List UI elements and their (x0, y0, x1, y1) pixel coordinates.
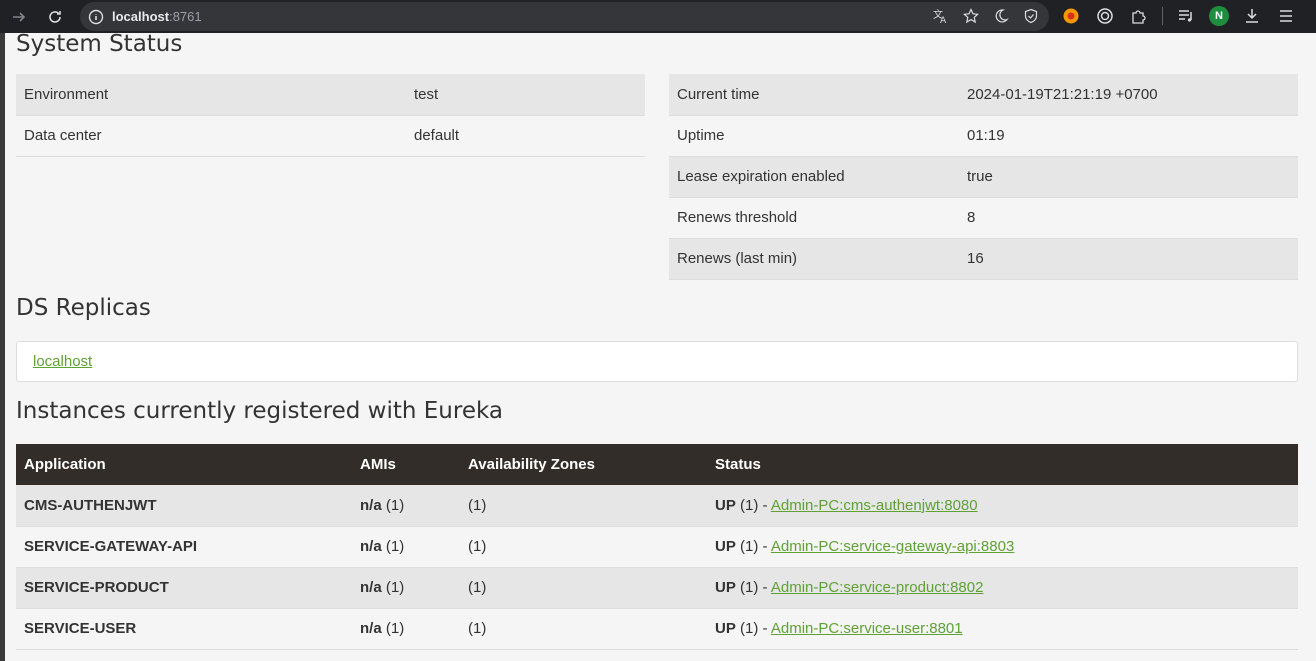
eureka-dashboard: System Status Environment test Data cent… (5, 33, 1316, 661)
instance-link[interactable]: Admin-PC:cms-authenjwt:8080 (771, 497, 978, 514)
ami-cell: n/a (1) (352, 567, 460, 609)
status-key: Uptime (669, 115, 959, 157)
status-key: Data center (16, 115, 406, 157)
status-key: Lease expiration enabled (669, 156, 959, 198)
table-row: SERVICE-PRODUCT n/a (1) (1) UP (1) - Adm… (16, 567, 1298, 609)
replica-link[interactable]: localhost (33, 353, 92, 370)
status-value: 01:19 (959, 115, 1298, 157)
zones-cell: (1) (460, 526, 707, 568)
instance-link[interactable]: Admin-PC:service-product:8802 (771, 579, 984, 596)
column-header-zones: Availability Zones (460, 444, 707, 485)
dark-mode-icon[interactable] (991, 6, 1011, 26)
shield-icon[interactable] (1021, 6, 1041, 26)
ds-replicas-list: localhost (16, 341, 1298, 382)
status-row: Environment test (16, 74, 645, 116)
instance-link[interactable]: Admin-PC:service-gateway-api:8803 (771, 538, 1014, 555)
extensions-puzzle-icon[interactable] (1128, 5, 1150, 27)
status-value: test (406, 74, 645, 116)
ami-cell: n/a (1) (352, 485, 460, 527)
status-cell: UP (1) - Admin-PC:service-gateway-api:88… (707, 526, 1298, 568)
application-name: SERVICE-USER (16, 608, 352, 650)
status-row: Renews (last min) 16 (669, 238, 1298, 280)
profile-avatar[interactable]: N (1209, 6, 1229, 26)
status-key: Renews threshold (669, 197, 959, 239)
status-value: true (959, 156, 1298, 198)
status-value: 8 (959, 197, 1298, 239)
status-key: Environment (16, 74, 406, 116)
status-row: Lease expiration enabled true (669, 156, 1298, 198)
status-row: Current time 2024-01-19T21:21:19 +0700 (669, 74, 1298, 116)
extension-orange-icon[interactable] (1060, 5, 1082, 27)
ami-cell: n/a (1) (352, 608, 460, 650)
application-name: SERVICE-GATEWAY-API (16, 526, 352, 568)
status-key: Current time (669, 74, 959, 116)
status-value: default (406, 115, 645, 157)
status-row: Renews threshold 8 (669, 197, 1298, 239)
ami-cell: n/a (1) (352, 526, 460, 568)
column-header-application: Application (16, 444, 352, 485)
application-name: CMS-AUTHENJWT (16, 485, 352, 527)
zones-cell: (1) (460, 485, 707, 527)
zones-cell: (1) (460, 608, 707, 650)
downloads-icon[interactable] (1241, 5, 1263, 27)
browser-toolbar: localhost:8761 文A N (0, 0, 1316, 33)
status-cell: UP (1) - Admin-PC:service-user:8801 (707, 608, 1298, 650)
status-value: 16 (959, 238, 1298, 280)
system-status-title: System Status (16, 33, 183, 57)
ds-replicas-title: DS Replicas (16, 295, 151, 321)
menu-icon[interactable] (1275, 5, 1297, 27)
status-cell: UP (1) - Admin-PC:service-product:8802 (707, 567, 1298, 609)
status-row: Uptime 01:19 (669, 115, 1298, 157)
bookmark-star-icon[interactable] (961, 6, 981, 26)
translate-icon[interactable]: 文A (931, 6, 951, 26)
toolbar-separator (1162, 7, 1163, 25)
address-bar[interactable]: localhost:8761 文A (80, 2, 1049, 31)
system-status-left-table: Environment test Data center default (16, 74, 645, 157)
url-text: localhost:8761 (112, 9, 202, 24)
status-row: Data center default (16, 115, 645, 157)
status-value: 2024-01-19T21:21:19 +0700 (959, 74, 1298, 116)
reload-icon[interactable] (42, 4, 68, 30)
application-name: SERVICE-PRODUCT (16, 567, 352, 609)
instances-table: Application AMIs Availability Zones Stat… (16, 444, 1298, 650)
extension-target-icon[interactable] (1094, 5, 1116, 27)
column-header-status: Status (707, 444, 1298, 485)
status-cell: UP (1) - Admin-PC:cms-authenjwt:8080 (707, 485, 1298, 527)
table-row: CMS-AUTHENJWT n/a (1) (1) UP (1) - Admin… (16, 485, 1298, 527)
table-header-row: Application AMIs Availability Zones Stat… (16, 444, 1298, 485)
instances-title: Instances currently registered with Eure… (16, 398, 503, 424)
zones-cell: (1) (460, 567, 707, 609)
column-header-amis: AMIs (352, 444, 460, 485)
status-key: Renews (last min) (669, 238, 959, 280)
svg-text:A: A (940, 16, 947, 25)
instance-link[interactable]: Admin-PC:service-user:8801 (771, 620, 963, 637)
site-info-icon[interactable] (88, 9, 104, 25)
system-status-right-table: Current time 2024-01-19T21:21:19 +0700 U… (669, 74, 1298, 280)
media-queue-icon[interactable] (1175, 5, 1197, 27)
forward-icon[interactable] (6, 4, 32, 30)
table-row: SERVICE-USER n/a (1) (1) UP (1) - Admin-… (16, 608, 1298, 650)
table-row: SERVICE-GATEWAY-API n/a (1) (1) UP (1) -… (16, 526, 1298, 568)
